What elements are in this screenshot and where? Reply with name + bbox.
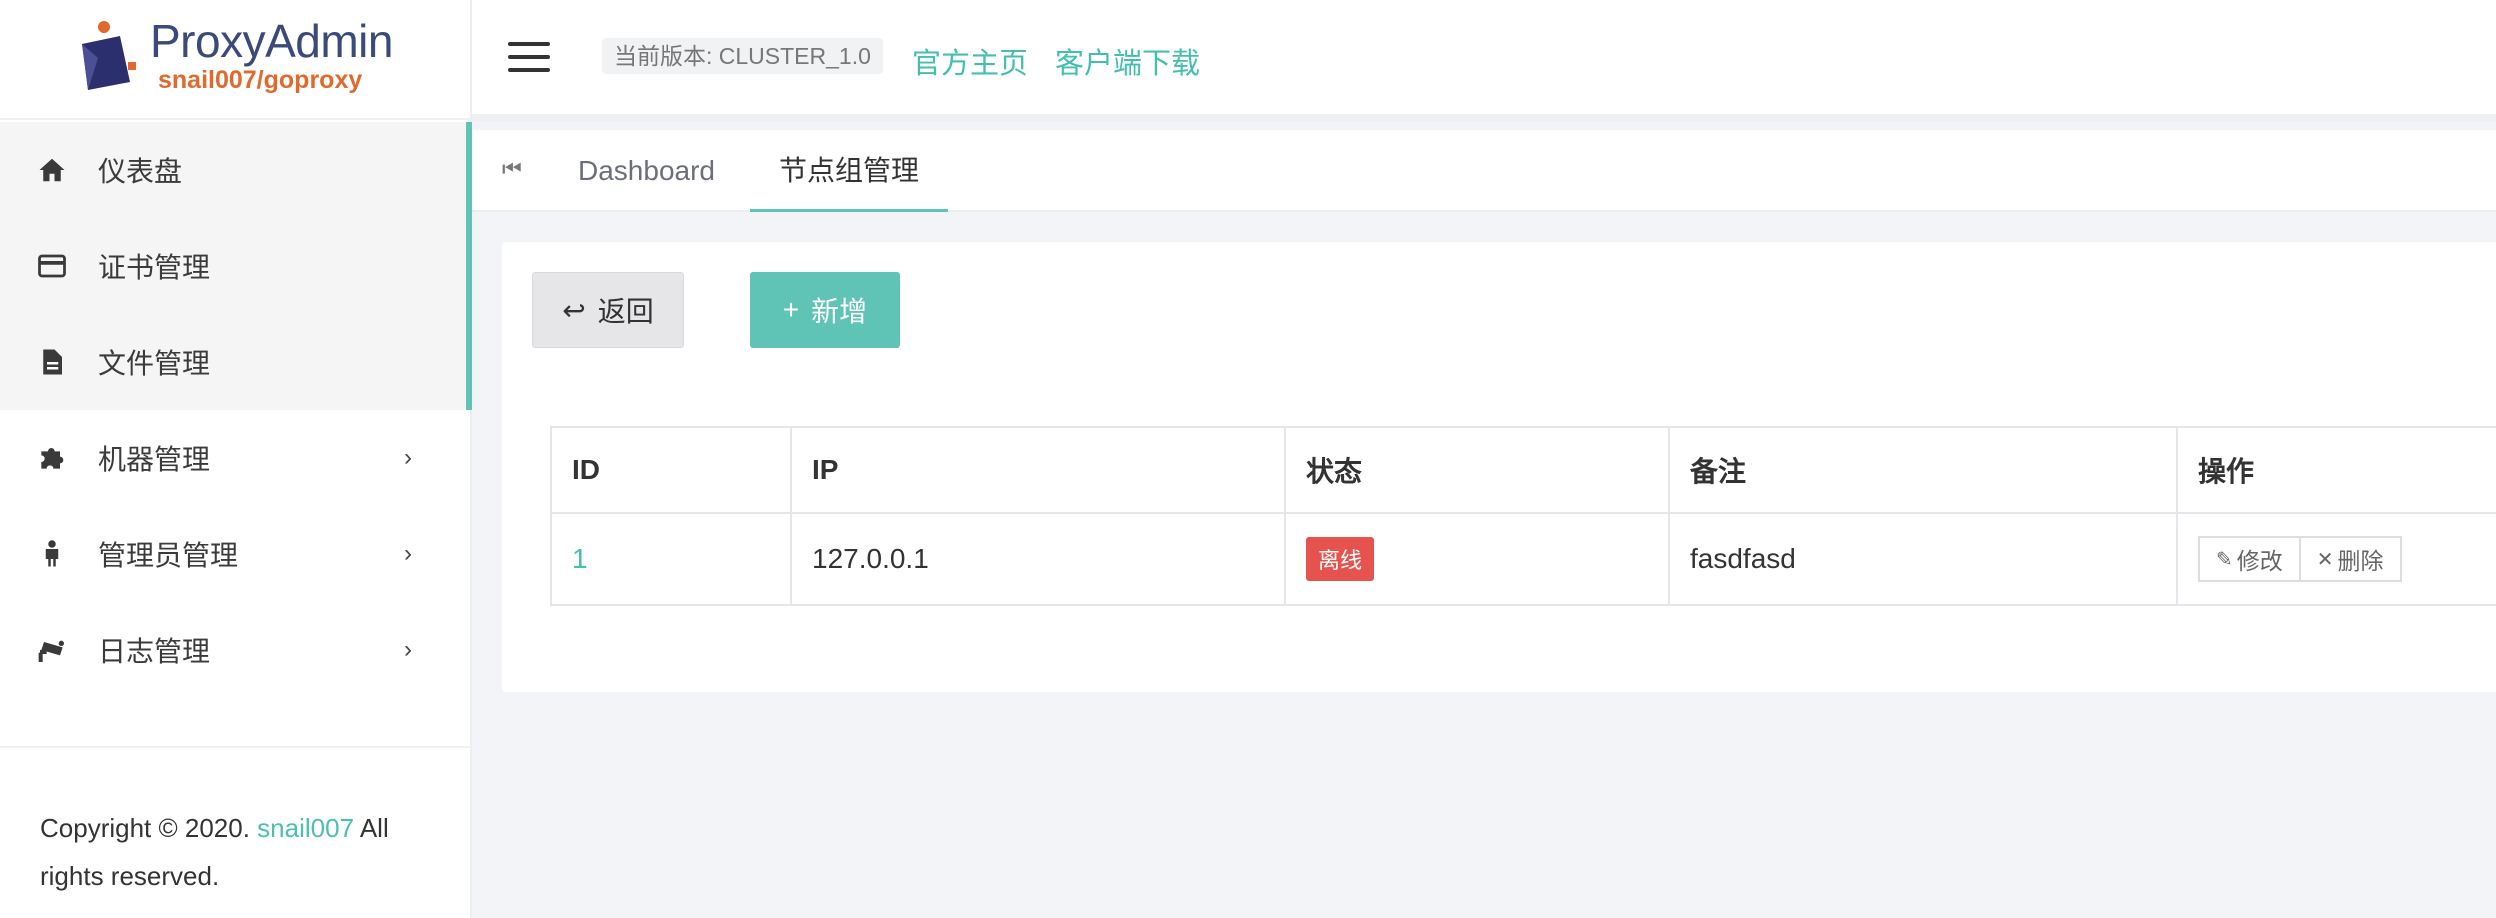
sidebar-item-label: 证书管理 <box>98 252 211 283</box>
chevron-right-icon: › <box>404 540 412 567</box>
sidebar-item-admins[interactable]: 管理员管理 › <box>0 506 470 602</box>
sidebar-item-certificates[interactable]: 证书管理 <box>0 218 470 314</box>
row-ip: 127.0.0.1 <box>790 512 1286 606</box>
puzzle-icon <box>34 440 70 476</box>
add-button-label: 新增 <box>811 296 868 327</box>
chevron-right-icon: › <box>404 636 412 663</box>
sidebar-item-label: 机器管理 <box>98 444 211 475</box>
client-download-link[interactable]: 客户端下载 <box>1055 40 1200 82</box>
close-icon: ✕ <box>2316 548 2334 571</box>
row-action-group: ✎ 修改 ✕ 删除 <box>2198 536 2402 582</box>
sidebar-item-files[interactable]: 文件管理 <box>0 314 470 410</box>
status-badge: 离线 <box>1306 537 1375 581</box>
column-header-ip: IP <box>790 426 1286 514</box>
file-icon <box>34 344 70 380</box>
copyright: Copyright © 2020. snail007 All rights re… <box>0 746 470 900</box>
credit-card-icon <box>34 248 70 284</box>
sidebar-menu: 仪表盘 证书管理 文件管理 机器管理 › 管理员管理 › 日志管理 › <box>0 122 472 698</box>
plus-icon: + <box>782 294 800 325</box>
row-note: fasdfasd <box>1668 512 2178 606</box>
column-header-note: 备注 <box>1668 426 2178 514</box>
table-row: 1 127.0.0.1 离线 fasdfasd ✎ 修改 ✕ 删除 <box>550 512 2496 606</box>
sidebar-item-label: 日志管理 <box>98 636 211 667</box>
chevron-right-icon: › <box>404 444 412 471</box>
sidebar-item-label: 管理员管理 <box>98 540 239 571</box>
brand-title: ProxyAdmin <box>150 15 393 67</box>
table-header-row: ID IP 状态 备注 操作 <box>550 426 2496 514</box>
row-status-cell: 离线 <box>1284 512 1670 606</box>
brand-subtitle: snail007/goproxy <box>158 66 363 94</box>
top-header: 当前版本: CLUSTER_1.0 官方主页 客户端下载 <box>472 0 2496 122</box>
logo-mark-icon <box>82 21 136 90</box>
sidebar-item-label: 文件管理 <box>98 348 211 379</box>
copyright-link[interactable]: snail007 <box>257 813 354 843</box>
first-tab-icon[interactable]: ⏮ <box>502 156 522 182</box>
row-actions: ✎ 修改 ✕ 删除 <box>2176 512 2496 606</box>
sidebar-item-logs[interactable]: 日志管理 › <box>0 602 470 698</box>
pencil-icon: ✎ <box>2216 548 2233 571</box>
logo[interactable]: ProxyAdmin snail007/goproxy <box>0 0 470 120</box>
tab-dashboard[interactable]: Dashboard <box>578 130 715 212</box>
add-button[interactable]: + 新增 <box>750 272 900 348</box>
row-id[interactable]: 1 <box>550 512 792 606</box>
sidebar-item-dashboard[interactable]: 仪表盘 <box>0 122 470 218</box>
delete-button[interactable]: ✕ 删除 <box>2300 536 2402 582</box>
person-icon <box>34 536 70 572</box>
edit-button[interactable]: ✎ 修改 <box>2198 536 2301 582</box>
sidebar: ProxyAdmin snail007/goproxy 仪表盘 证书管理 文件管… <box>0 0 472 918</box>
back-button-label: 返回 <box>597 296 654 327</box>
column-header-id: ID <box>550 426 792 514</box>
delete-button-label: 删除 <box>2337 548 2384 574</box>
official-site-link[interactable]: 官方主页 <box>912 40 1028 82</box>
column-header-status: 状态 <box>1284 426 1670 514</box>
copyright-prefix: Copyright © 2020. <box>40 813 258 843</box>
version-badge: 当前版本: CLUSTER_1.0 <box>602 38 883 74</box>
tab-bar: ⏮ Dashboard 节点组管理 <box>472 130 2496 212</box>
camera-icon <box>34 632 70 668</box>
home-icon <box>34 152 70 188</box>
return-arrow-icon: ↩ <box>562 294 586 326</box>
content-panel: ↩ 返回 + 新增 ID IP 状态 备注 操作 1 127.0.0.1 离线 … <box>502 242 2496 692</box>
sidebar-item-machines[interactable]: 机器管理 › <box>0 410 470 506</box>
tab-node-group[interactable]: 节点组管理 <box>750 130 948 212</box>
column-header-actions: 操作 <box>2176 426 2496 514</box>
menu-toggle-icon[interactable] <box>508 42 550 72</box>
edit-button-label: 修改 <box>2236 548 2283 574</box>
node-table: ID IP 状态 备注 操作 1 127.0.0.1 离线 fasdfasd ✎ <box>550 426 2496 606</box>
sidebar-item-label: 仪表盘 <box>98 156 183 187</box>
back-button[interactable]: ↩ 返回 <box>532 272 684 348</box>
